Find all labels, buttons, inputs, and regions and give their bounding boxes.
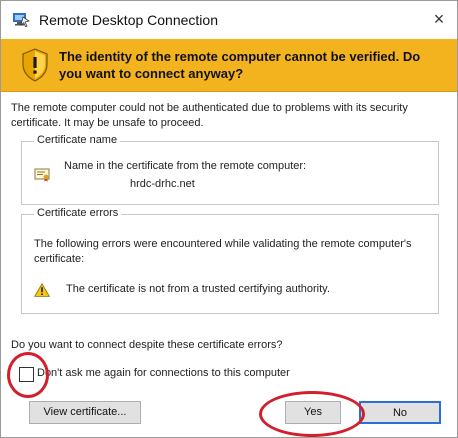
certificate-name-title: Certificate name	[34, 134, 121, 146]
annotation-circle-checkbox	[7, 352, 49, 398]
dont-ask-label[interactable]: Don't ask me again for connections to th…	[37, 367, 290, 379]
window-title: Remote Desktop Connection	[39, 12, 218, 28]
certificate-errors-group: Certificate errors The following errors …	[21, 207, 439, 314]
certificate-icon	[34, 168, 50, 182]
title-bar: Remote Desktop Connection ×	[1, 1, 457, 37]
remote-desktop-icon	[13, 13, 30, 27]
warning-banner: The identity of the remote computer cann…	[1, 39, 457, 92]
certificate-name-label: Name in the certificate from the remote …	[64, 160, 307, 172]
close-icon[interactable]: ×	[425, 6, 453, 32]
shield-warning-icon	[22, 48, 48, 82]
certificate-name-value: hrdc-drhc.net	[130, 178, 195, 190]
warning-triangle-icon	[34, 283, 50, 297]
certificate-errors-title: Certificate errors	[34, 207, 122, 219]
no-button[interactable]: No	[359, 401, 441, 424]
rdp-dialog: Remote Desktop Connection × The identity…	[0, 0, 458, 438]
warning-banner-text: The identity of the remote computer cann…	[59, 49, 421, 81]
view-certificate-button[interactable]: View certificate...	[29, 401, 141, 424]
connect-question: Do you want to connect despite these cer…	[11, 339, 283, 351]
description-text: The remote computer could not be authent…	[11, 102, 408, 129]
certificate-error-item: The certificate is not from a trusted ce…	[66, 283, 330, 295]
certificate-name-group: Certificate name Name in the certificate…	[21, 134, 439, 205]
annotation-circle-yes	[259, 391, 365, 437]
certificate-errors-intro: The following errors were encountered wh…	[34, 238, 412, 265]
